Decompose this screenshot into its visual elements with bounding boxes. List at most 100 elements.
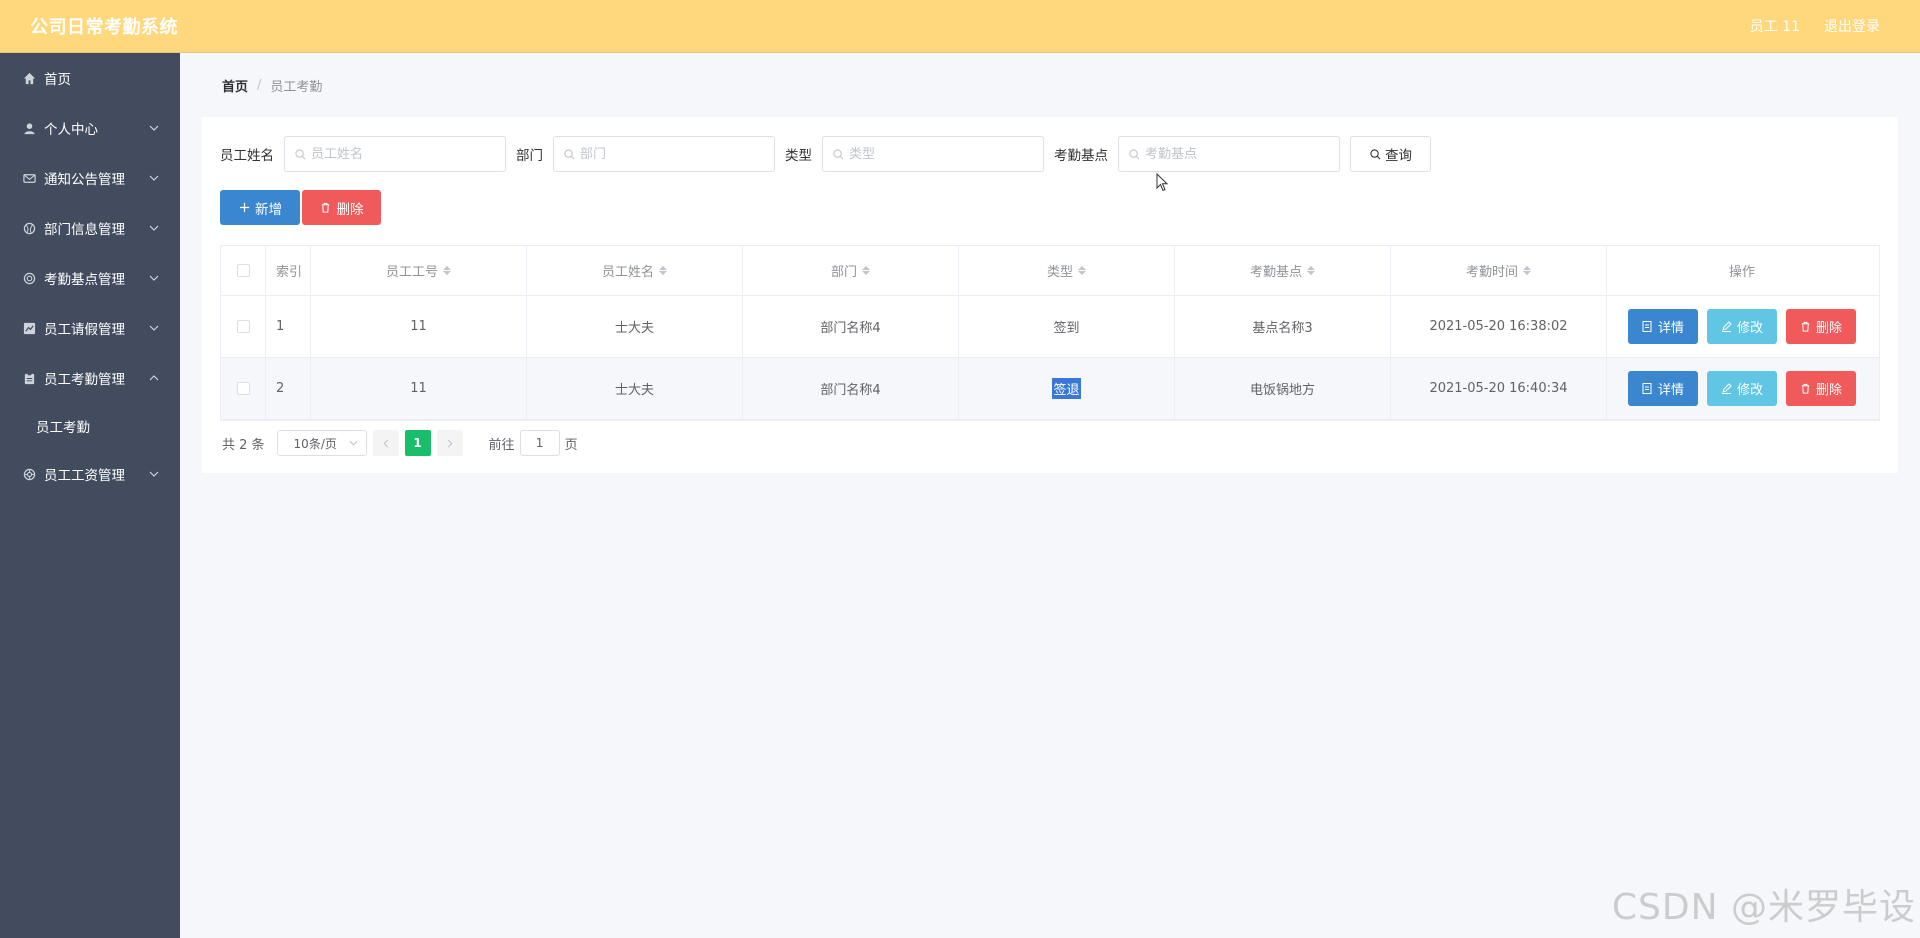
current-user-label[interactable]: 员工 11 <box>1750 16 1800 36</box>
search-input-base[interactable] <box>1145 146 1325 162</box>
edit-icon <box>1721 321 1732 332</box>
batch-delete-button[interactable]: 删除 <box>302 190 381 225</box>
header-checkbox-cell <box>221 246 266 295</box>
cell-name: 士大夫 <box>527 296 743 357</box>
cell-time: 2021-05-20 16:38:02 <box>1391 296 1607 357</box>
table-row[interactable]: 2 11 士大夫 部门名称4 签退 电饭锅地方 2021-05-20 16:40… <box>221 358 1879 420</box>
delete-button[interactable]: 删除 <box>1786 309 1857 344</box>
document-icon <box>1642 321 1653 332</box>
query-button[interactable]: 查询 <box>1350 136 1431 172</box>
search-input-type[interactable] <box>849 146 1029 162</box>
sort-icon[interactable] <box>1523 266 1531 275</box>
action-bar: 新增 删除 <box>220 190 381 225</box>
row-checkbox[interactable] <box>236 382 250 395</box>
detail-button[interactable]: 详情 <box>1627 371 1698 406</box>
sidebar-item-personal-center[interactable]: 个人中心 <box>0 103 180 153</box>
detail-button-label: 详情 <box>1657 383 1684 398</box>
sidebar-item-label: 员工请假管理 <box>44 322 125 338</box>
column-header-emp-no[interactable]: 员工工号 <box>311 246 527 295</box>
column-header-dept[interactable]: 部门 <box>743 246 959 295</box>
trash-icon <box>1800 383 1811 394</box>
clipboard-icon <box>22 371 36 385</box>
sidebar-item-label: 员工考勤管理 <box>44 372 125 388</box>
column-header-label: 部门 <box>830 265 857 280</box>
column-header-type[interactable]: 类型 <box>959 246 1175 295</box>
search-label-name: 员工姓名 <box>220 148 274 164</box>
attendance-table: 索引 员工工号 员工姓名 部门 类型 考勤基点 考勤时间 操作 1 11 士大夫… <box>220 245 1880 421</box>
edit-button[interactable]: 修改 <box>1706 371 1777 406</box>
sidebar: 首页 个人中心 通知公告管理 部门信息管理 考勤基点管理 员工请假管理 员工考勤… <box>0 53 180 938</box>
add-button[interactable]: 新增 <box>220 190 300 225</box>
sidebar-item-salary[interactable]: 员工工资管理 <box>0 449 180 499</box>
next-page-button[interactable] <box>436 430 463 456</box>
user-icon <box>22 121 36 135</box>
column-header-base[interactable]: 考勤基点 <box>1175 246 1391 295</box>
column-header-label: 考勤时间 <box>1465 265 1518 280</box>
delete-button-label: 删除 <box>1816 321 1843 336</box>
page-number-current[interactable]: 1 <box>404 430 431 456</box>
search-input-name[interactable] <box>311 146 491 162</box>
search-icon <box>562 147 576 161</box>
edit-button[interactable]: 修改 <box>1706 309 1777 344</box>
column-header-label: 考勤基点 <box>1249 265 1302 280</box>
sort-icon[interactable] <box>862 266 870 275</box>
delete-button[interactable]: 删除 <box>1786 371 1857 406</box>
sidebar-item-department[interactable]: 部门信息管理 <box>0 203 180 253</box>
search-label-base: 考勤基点 <box>1054 148 1108 164</box>
trash-icon <box>1800 321 1811 332</box>
sidebar-item-label: 通知公告管理 <box>44 172 125 188</box>
sidebar-item-label: 部门信息管理 <box>44 222 125 238</box>
search-form: 员工姓名 部门 类型 考勤基点 查询 <box>220 136 1431 172</box>
sidebar-subitem-attendance[interactable]: 员工考勤 <box>0 403 180 449</box>
sidebar-item-home[interactable]: 首页 <box>0 53 180 103</box>
chevron-left-icon <box>382 439 388 447</box>
search-input-dept[interactable] <box>580 146 760 162</box>
table-row[interactable]: 1 11 士大夫 部门名称4 签到 基点名称3 2021-05-20 16:38… <box>221 296 1879 358</box>
content-card: 员工姓名 部门 类型 考勤基点 查询 <box>202 117 1898 473</box>
sidebar-item-attendance[interactable]: 员工考勤管理 <box>0 353 180 403</box>
row-checkbox-cell <box>221 296 266 357</box>
goto-prefix: 前往 <box>488 437 515 453</box>
cell-base: 电饭锅地方 <box>1175 358 1391 419</box>
search-label-type: 类型 <box>785 148 812 164</box>
page-size-select[interactable]: 10条/页 <box>276 430 367 456</box>
target-icon <box>22 271 36 285</box>
cell-time: 2021-05-20 16:40:34 <box>1391 358 1607 419</box>
sort-icon[interactable] <box>659 266 667 275</box>
cell-name: 士大夫 <box>527 358 743 419</box>
row-checkbox[interactable] <box>236 320 250 333</box>
page-size-value: 10条/页 <box>293 436 337 451</box>
select-all-checkbox[interactable] <box>236 264 250 277</box>
edit-button-label: 修改 <box>1736 383 1763 398</box>
sidebar-item-attendance-base[interactable]: 考勤基点管理 <box>0 253 180 303</box>
sort-icon[interactable] <box>443 266 451 275</box>
column-header-label: 索引 <box>276 265 303 280</box>
breadcrumb-home[interactable]: 首页 <box>222 76 248 95</box>
plus-icon <box>238 202 250 214</box>
prev-page-button[interactable] <box>372 430 399 456</box>
sidebar-item-notice[interactable]: 通知公告管理 <box>0 153 180 203</box>
column-header-name[interactable]: 员工姓名 <box>527 246 743 295</box>
goto-page: 前往 页 <box>489 430 578 456</box>
sidebar-item-label: 个人中心 <box>44 122 98 138</box>
help-circle-icon <box>22 467 36 481</box>
search-input-base-wrapper <box>1118 136 1340 172</box>
document-icon <box>1642 383 1653 394</box>
sort-icon[interactable] <box>1307 266 1315 275</box>
cell-base: 基点名称3 <box>1175 296 1391 357</box>
detail-button[interactable]: 详情 <box>1627 309 1698 344</box>
breadcrumb: 首页 / 员工考勤 <box>202 53 1898 117</box>
sidebar-item-leave[interactable]: 员工请假管理 <box>0 303 180 353</box>
column-header-ops: 操作 <box>1607 246 1877 295</box>
column-header-time[interactable]: 考勤时间 <box>1391 246 1607 295</box>
cell-dept: 部门名称4 <box>743 358 959 419</box>
logout-link[interactable]: 退出登录 <box>1824 16 1880 36</box>
sort-icon[interactable] <box>1078 266 1086 275</box>
message-icon <box>22 171 36 185</box>
search-input-name-wrapper <box>284 136 506 172</box>
search-label-dept: 部门 <box>516 148 543 164</box>
row-checkbox-cell <box>221 358 266 419</box>
sidebar-item-label: 首页 <box>44 72 71 88</box>
goto-page-input[interactable] <box>519 430 560 456</box>
header-user-area: 员工 11 退出登录 <box>1750 16 1880 36</box>
